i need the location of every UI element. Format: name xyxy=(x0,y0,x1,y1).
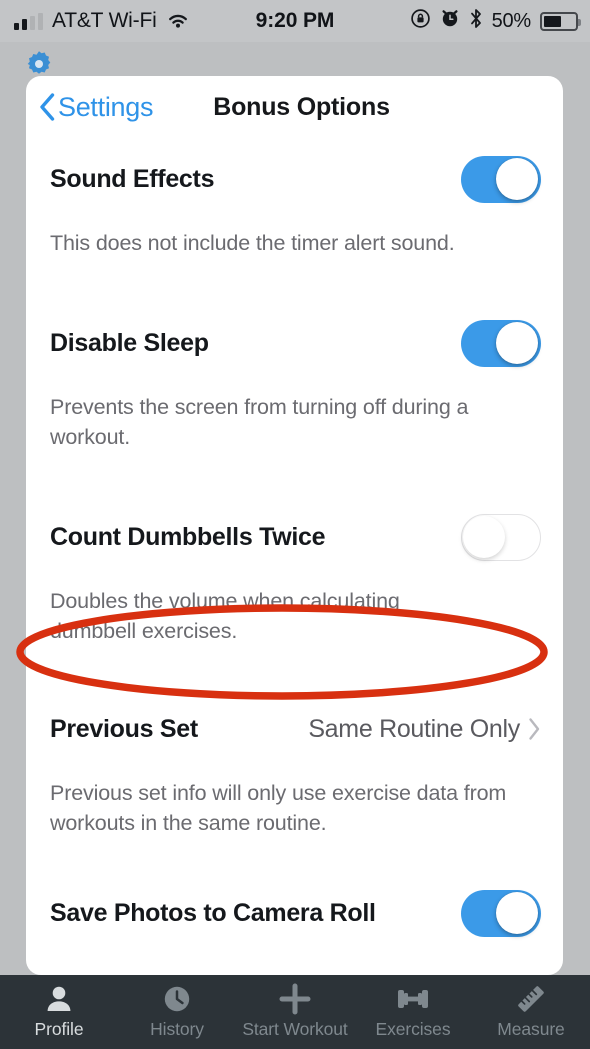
setting-title: Sound Effects xyxy=(50,164,215,193)
tab-label: History xyxy=(150,1019,204,1039)
setting-row-disable-sleep[interactable]: Disable Sleep xyxy=(26,316,563,370)
battery-percentage: 50% xyxy=(491,9,532,32)
phone-screen: AT&T Wi-Fi 9:20 PM 50% Settings Bonus Op… xyxy=(0,0,590,1049)
setting-title: Previous Set xyxy=(50,714,198,743)
tab-start-workout[interactable]: Start Workout xyxy=(236,975,354,1049)
save-photos-toggle[interactable] xyxy=(461,889,541,937)
settings-list: Sound Effects This does not include the … xyxy=(26,152,563,975)
status-bar: AT&T Wi-Fi 9:20 PM 50% xyxy=(0,0,590,42)
disable-sleep-toggle[interactable] xyxy=(461,319,541,367)
setting-title: Count Dumbbells Twice xyxy=(50,522,326,551)
clock-icon xyxy=(162,984,192,1014)
tab-profile[interactable]: Profile xyxy=(0,975,118,1049)
setting-row-previous-set[interactable]: Previous Set Same Routine Only xyxy=(26,702,563,756)
alarm-clock-icon xyxy=(440,8,460,34)
bluetooth-icon xyxy=(469,8,483,35)
tab-label: Measure xyxy=(497,1019,565,1039)
status-bar-right: 50% xyxy=(410,8,581,35)
setting-description: Prevents the screen from turning off dur… xyxy=(50,395,469,449)
count-dumbbells-twice-toggle[interactable] xyxy=(461,513,541,561)
previous-set-value: Same Routine Only xyxy=(308,714,520,743)
rotation-lock-icon xyxy=(410,8,431,35)
dumbbell-icon xyxy=(396,984,430,1014)
person-icon xyxy=(44,984,74,1014)
bonus-options-card: Settings Bonus Options Sound Effects Thi… xyxy=(26,76,563,975)
battery-icon xyxy=(540,11,581,31)
tab-history[interactable]: History xyxy=(118,975,236,1049)
setting-description: Previous set info will only use exercise… xyxy=(50,781,507,835)
plus-icon xyxy=(279,983,311,1015)
navigation-bar: Settings Bonus Options xyxy=(26,76,563,138)
setting-row-sound-effects[interactable]: Sound Effects xyxy=(26,152,563,206)
setting-value-group: Same Routine Only xyxy=(308,715,541,744)
setting-description: This does not include the timer alert so… xyxy=(50,231,455,255)
setting-row-save-photos[interactable]: Save Photos to Camera Roll xyxy=(26,886,563,940)
page-title: Bonus Options xyxy=(213,92,390,121)
ruler-icon xyxy=(515,984,547,1014)
sound-effects-toggle[interactable] xyxy=(461,155,541,203)
setting-title: Save Photos to Camera Roll xyxy=(50,898,376,927)
tab-bar: Profile History Start Workout Exercises … xyxy=(0,975,590,1049)
chevron-right-icon xyxy=(528,717,541,741)
setting-row-count-dumbbells-twice[interactable]: Count Dumbbells Twice xyxy=(26,510,563,564)
tab-label: Exercises xyxy=(375,1019,451,1039)
tab-label: Start Workout xyxy=(242,1019,348,1039)
tab-exercises[interactable]: Exercises xyxy=(354,975,472,1049)
setting-description: Doubles the volume when calculating dumb… xyxy=(50,589,400,643)
tab-label: Profile xyxy=(34,1019,84,1039)
setting-title: Disable Sleep xyxy=(50,328,209,357)
tab-measure[interactable]: Measure xyxy=(472,975,590,1049)
